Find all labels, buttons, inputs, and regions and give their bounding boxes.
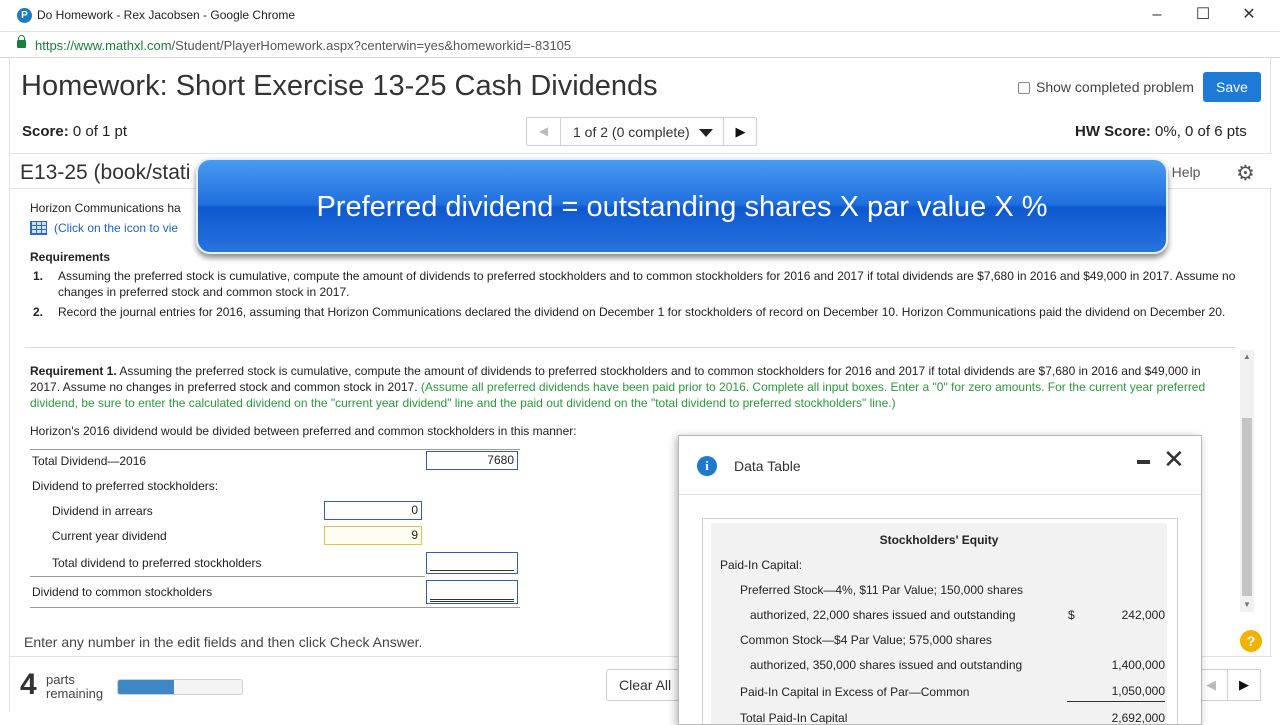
homework-app: Homework: Short Exercise 13-25 Cash Divi… (9, 58, 1272, 725)
scroll-up-button[interactable]: ▲ (1240, 350, 1254, 364)
lock-icon (17, 35, 26, 48)
address-bar[interactable]: https://www.mathxl.com/Student/PlayerHom… (0, 32, 1280, 58)
hw-score: HW Score: 0%, 0 of 6 pts (1075, 123, 1247, 140)
worksheet-intro: Horizon's 2016 dividend would be divided… (30, 424, 577, 438)
parts-progress-fill (118, 680, 174, 694)
save-button[interactable]: Save (1203, 72, 1261, 102)
total-paid-in-value: 2,692,000 (1111, 711, 1165, 725)
show-completed-checkbox[interactable] (1018, 82, 1030, 94)
view-data-link[interactable]: (Click on the icon to vie (30, 221, 178, 235)
excess-par-label: Paid-In Capital in Excess of Par—Common (740, 685, 970, 699)
common-dividend-label: Dividend to common stockholders (32, 585, 213, 599)
worksheet-top-rule (30, 449, 520, 450)
arrears-input[interactable]: 0 (324, 501, 422, 520)
scroll-down-button[interactable]: ▼ (1240, 598, 1254, 612)
question-pager: ◀ 1 of 2 (0 complete) ▶ (526, 117, 757, 146)
requirement-number: 2. (33, 305, 44, 319)
url-text[interactable]: https://www.mathxl.com/Student/PlayerHom… (35, 38, 571, 53)
table-heading: Stockholders' Equity (879, 533, 999, 547)
dialog-title: Data Table (734, 458, 801, 474)
close-window-button[interactable]: ✕ (1234, 4, 1264, 26)
preferred-stock-line2: authorized, 22,000 shares issued and out… (750, 608, 1016, 622)
next-part-button[interactable]: ▶ (1227, 669, 1261, 701)
window-title: Do Homework - Rex Jacobsen - Google Chro… (37, 8, 296, 22)
total-preferred-input[interactable] (426, 552, 518, 574)
parts-remaining-count: 4 (20, 668, 37, 701)
exercise-label: E13-25 (book/stati (20, 161, 191, 184)
show-completed-label: Show completed problem (1036, 79, 1194, 95)
data-table-icon[interactable] (30, 221, 47, 235)
caret-down-icon[interactable] (699, 129, 713, 137)
requirements-heading: Requirements (30, 250, 111, 264)
worksheet-bottom-rule (30, 607, 520, 608)
requirement-item: 1. Assuming the preferred stock is cumula… (30, 268, 1245, 300)
stockholders-equity-table: Stockholders' Equity Paid-In Capital: Pr… (702, 518, 1178, 725)
requirement-item: 2. Record the journal entries for 2016, a… (30, 304, 1245, 320)
url-path: /Student/PlayerHomework.aspx?centerwin=y… (171, 38, 572, 53)
common-stock-value: 1,400,000 (1111, 658, 1165, 672)
current-year-input[interactable]: 9 (324, 526, 422, 545)
content-scrollbar[interactable]: ▲ ▼ (1240, 350, 1254, 612)
gear-icon[interactable]: ⚙ (1236, 161, 1255, 186)
common-stock-line1: Common Stock—$4 Par Value; 575,000 share… (740, 633, 992, 647)
preferred-stock-value: 242,000 (1121, 608, 1165, 622)
common-stock-line2: authorized, 350,000 shares issued and ou… (750, 658, 1023, 672)
scroll-thumb[interactable] (1242, 418, 1252, 596)
close-icon[interactable]: ✕ (1163, 444, 1185, 475)
parts-label-line1: parts (46, 672, 75, 687)
parts-progress-bar (117, 679, 243, 695)
requirement-1-label: Requirement 1. (30, 364, 117, 378)
browser-titlebar: P Do Homework - Rex Jacobsen - Google Ch… (0, 0, 1280, 32)
minimize-icon[interactable] (1137, 460, 1150, 464)
total-preferred-label: Total dividend to preferred stockholders (52, 556, 262, 570)
data-table-dialog: i Data Table ✕ Stockholders' Equity Paid… (678, 435, 1202, 725)
clear-all-button[interactable]: Clear All (606, 669, 688, 701)
total-paid-in-label: Total Paid-In Capital (740, 711, 848, 725)
view-data-link-text: (Click on the icon to vie (54, 221, 179, 235)
current-year-label: Current year dividend (52, 529, 167, 543)
hint-banner: Preferred dividend = outstanding shares … (196, 158, 1168, 254)
minimize-window-button[interactable]: – (1142, 4, 1172, 26)
hw-score-label: HW Score: (1075, 123, 1151, 140)
enter-note: Enter any number in the edit fields and … (24, 634, 423, 650)
table-body: Stockholders' Equity Paid-In Capital: Pr… (711, 523, 1167, 725)
worksheet-mid-rule (30, 576, 425, 577)
page-title: Homework: Short Exercise 13-25 Cash Divi… (21, 70, 658, 102)
paid-in-capital-label: Paid-In Capital: (720, 558, 803, 572)
preferred-dividend-label: Dividend to preferred stockholders: (32, 479, 219, 493)
requirement-number: 1. (33, 269, 44, 283)
total-dividend-input[interactable]: 7680 (426, 451, 518, 470)
dialog-header-divider (679, 494, 1201, 495)
requirement-text: Record the journal entries for 2016, ass… (58, 305, 1226, 319)
pearson-app-icon: P (17, 8, 32, 23)
preferred-stock-line1: Preferred Stock—4%, $11 Par Value; 150,0… (740, 583, 1024, 597)
common-dividend-input[interactable] (426, 580, 518, 604)
score-value: 0 of 1 pt (72, 123, 128, 140)
help-icon[interactable]: ? (1240, 630, 1262, 652)
single-underline (430, 570, 514, 571)
problem-intro: Horizon Communications ha (30, 201, 181, 215)
subtotal-underline (1067, 701, 1165, 702)
excess-par-value: 1,050,000 (1111, 684, 1165, 698)
show-completed-toggle[interactable]: Show completed problem (1018, 79, 1194, 95)
next-question-button[interactable]: ▶ (723, 118, 757, 145)
previous-question-button[interactable]: ◀ (527, 118, 561, 145)
divider (25, 347, 1235, 348)
hint-banner-text: Preferred dividend = outstanding shares … (316, 191, 1048, 223)
parts-remaining-label: parts remaining (46, 673, 103, 701)
arrears-label: Dividend in arrears (52, 504, 153, 518)
score: Score: 0 of 1 pt (22, 123, 127, 140)
info-icon: i (697, 456, 717, 476)
score-label: Score: (22, 123, 69, 140)
total-dividend-label: Total Dividend—2016 (32, 454, 147, 468)
double-underline (430, 599, 514, 602)
requirement-text: Assuming the preferred stock is cumulati… (58, 269, 1236, 299)
hw-score-value: 0%, 0 of 6 pts (1155, 123, 1247, 140)
maximize-window-button[interactable]: ☐ (1188, 4, 1218, 26)
parts-label-line2: remaining (46, 686, 104, 701)
requirement-1-instructions: Requirement 1. Assuming the preferred st… (30, 363, 1230, 411)
url-host: https://www.mathxl.com (35, 38, 172, 53)
question-selector[interactable]: 1 of 2 (0 complete) (573, 124, 690, 140)
